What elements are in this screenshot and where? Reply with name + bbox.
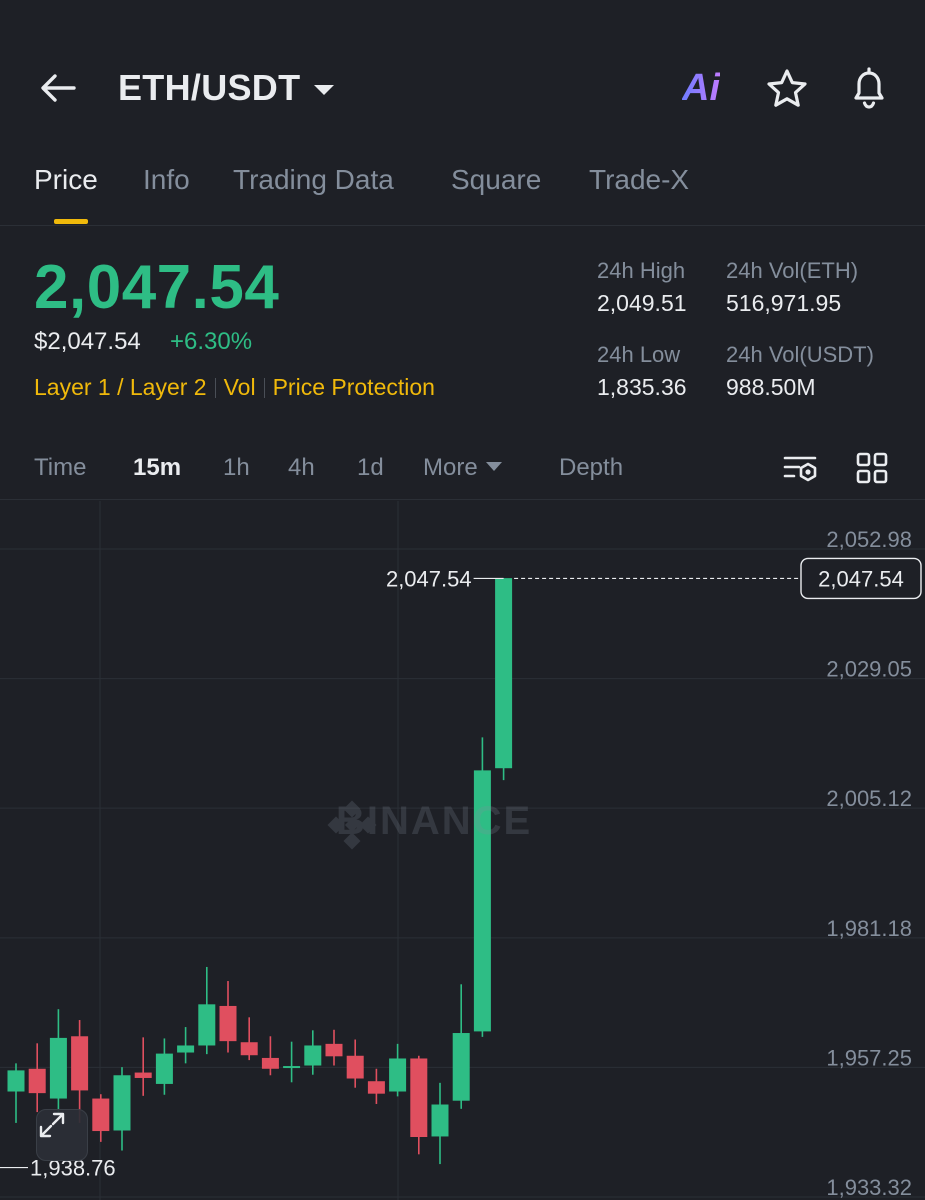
- ai-button[interactable]: Ai: [682, 66, 720, 110]
- chevron-down-icon: [485, 462, 502, 471]
- candle-body: [283, 1066, 301, 1069]
- interval-15m[interactable]: 15m: [133, 454, 181, 482]
- tab-trading-data[interactable]: Trading Data: [233, 164, 394, 196]
- candle-body: [389, 1058, 407, 1092]
- tag-layer[interactable]: Layer 1 / Layer 2: [34, 374, 207, 400]
- candle-body: [219, 1005, 237, 1042]
- interval-bar: Time 15m 1h 4h 1d More Depth: [0, 438, 925, 500]
- candle-body: [28, 1068, 46, 1094]
- candle-body: [410, 1058, 428, 1137]
- price-change: +6.30%: [170, 328, 253, 355]
- tag-vol[interactable]: Vol: [224, 374, 256, 400]
- last-price-tag-label: 2,047.54: [818, 566, 904, 591]
- ai-icon: Ai: [682, 66, 720, 109]
- interval-more[interactable]: More: [423, 454, 502, 482]
- low-label: 24h Low: [597, 342, 681, 367]
- expand-icon: [39, 1112, 65, 1138]
- candle-body: [198, 1004, 216, 1046]
- candle-body: [346, 1055, 364, 1079]
- candle-body: [261, 1057, 279, 1069]
- vol-usdt-value: 988.50M: [726, 374, 816, 400]
- main-tabs: Price Info Trading Data Square Trade-X: [0, 150, 925, 226]
- y-axis-tick-label: 2,029.05: [826, 657, 912, 682]
- binance-logo-icon: [327, 800, 377, 850]
- indicator-settings-icon[interactable]: [782, 452, 820, 486]
- candle-body: [431, 1104, 449, 1137]
- tab-price[interactable]: Price: [34, 164, 98, 196]
- candle-body: [367, 1081, 385, 1094]
- y-axis-tick-label: 1,981.18: [826, 916, 912, 941]
- depth-tab[interactable]: Depth: [559, 454, 623, 482]
- interval-1d[interactable]: 1d: [357, 454, 384, 482]
- tab-info[interactable]: Info: [143, 164, 190, 196]
- low-value: 1,835.36: [597, 374, 687, 400]
- tab-trade-x[interactable]: Trade-X: [589, 164, 689, 196]
- candle-body: [240, 1042, 258, 1056]
- candle-body: [155, 1053, 173, 1084]
- candle-body: [325, 1043, 343, 1057]
- binance-watermark: BINANCE: [326, 799, 532, 850]
- pair-title: ETH/USDT: [118, 67, 301, 108]
- pair-selector[interactable]: ETH/USDT: [118, 66, 335, 110]
- usd-price: $2,047.54: [34, 328, 141, 355]
- chart-canvas: 2,052.98 2,029.05 2,005.12 1,981.18 1,957.25…: [0, 501, 925, 1200]
- vol-eth-value: 516,971.95: [726, 290, 842, 316]
- candle-body: [113, 1075, 131, 1131]
- y-axis-tick-label: 1,957.25: [826, 1045, 912, 1070]
- high-value: 2,049.51: [597, 290, 687, 316]
- y-axis-tick-label: 2,052.98: [826, 527, 912, 552]
- candle-body: [452, 1033, 470, 1101]
- tab-square[interactable]: Square: [451, 164, 541, 196]
- interval-time[interactable]: Time: [34, 454, 86, 482]
- interval-4h[interactable]: 4h: [288, 454, 315, 482]
- candle-body: [49, 1037, 67, 1099]
- y-axis-tick-label: 1,933.32: [826, 1175, 912, 1200]
- candle-body: [134, 1072, 152, 1078]
- candle-body: [495, 578, 513, 769]
- active-tab-indicator: [54, 219, 88, 224]
- candle-body: [92, 1098, 110, 1132]
- more-label: More: [423, 454, 478, 481]
- candle-body: [71, 1036, 89, 1091]
- high-label: 24h High: [597, 258, 686, 283]
- candlestick-chart[interactable]: 2,052.98 2,029.05 2,005.12 1,981.18 1,957.25…: [0, 501, 925, 1200]
- candle-body: [177, 1045, 195, 1053]
- candle-body: [304, 1045, 322, 1066]
- back-button[interactable]: [36, 66, 80, 110]
- last-price: 2,047.54: [34, 253, 280, 322]
- chevron-down-icon: [314, 85, 335, 95]
- tag-price-protection[interactable]: Price Protection: [273, 374, 435, 400]
- interval-1h[interactable]: 1h: [223, 454, 250, 482]
- grid-layout-icon[interactable]: [856, 452, 888, 484]
- star-icon[interactable]: [764, 66, 810, 112]
- vol-usdt-label: 24h Vol(USDT): [726, 342, 874, 367]
- bell-icon[interactable]: [846, 64, 892, 112]
- high-marker-label: 2,047.54: [386, 566, 472, 591]
- fullscreen-button[interactable]: [36, 1109, 88, 1161]
- token-tags: Layer 1 / Layer 2 Vol Price Protection: [34, 374, 435, 401]
- back-arrow-icon: [41, 74, 76, 102]
- vol-eth-label: 24h Vol(ETH): [726, 258, 859, 283]
- app-header: ETH/USDT Ai: [0, 0, 925, 150]
- y-axis-tick-label: 2,005.12: [826, 786, 912, 811]
- candle-body: [7, 1070, 25, 1092]
